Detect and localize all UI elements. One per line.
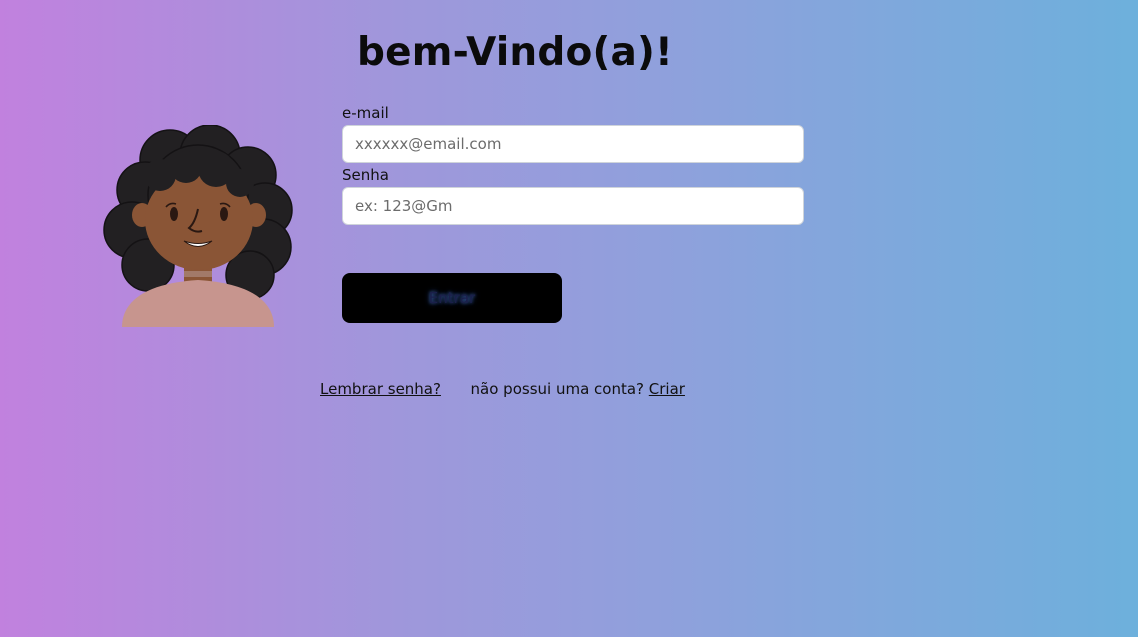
email-input[interactable] [342,125,804,163]
email-label: e-mail [342,104,389,122]
footer-links: Lembrar senha? não possui uma conta? Cri… [320,380,685,398]
password-label: Senha [342,166,389,184]
no-account-text: não possui uma conta? [470,380,644,398]
password-input[interactable] [342,187,804,225]
login-button[interactable]: Entrar [342,273,562,323]
woman-avatar-icon [103,125,293,327]
remember-password-link[interactable]: Lembrar senha? [320,380,441,398]
page-title: bem-Vindo(a)! [357,30,674,75]
create-account-link[interactable]: Criar [649,380,685,398]
